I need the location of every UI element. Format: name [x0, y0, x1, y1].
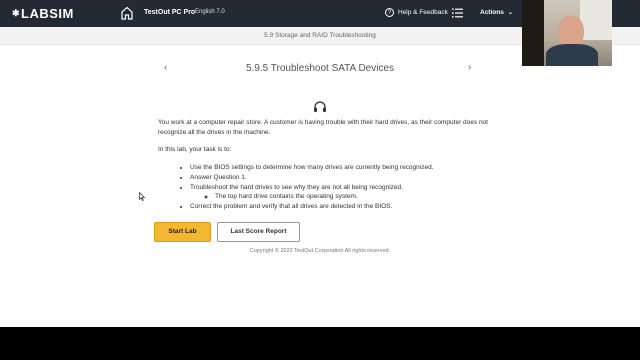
copyright-notice: Copyright © 2022 TestOut Corporation All… — [249, 248, 391, 254]
list-menu-icon[interactable] — [452, 8, 463, 18]
next-lesson-button[interactable]: › — [468, 62, 471, 73]
bottom-black-bar — [0, 327, 640, 360]
lab-intro: You work at a computer repair store. A c… — [158, 119, 488, 136]
help-icon: ? — [385, 8, 394, 17]
task-item: Use the BIOS settings to determine how m… — [190, 163, 488, 173]
product-name: TestOut PC Pro — [144, 9, 196, 16]
lab-description: You work at a computer repair store. A c… — [158, 118, 488, 212]
logo-star-icon: ✱ — [12, 8, 21, 18]
last-score-report-button[interactable]: Last Score Report — [217, 222, 300, 242]
headset-icon — [314, 101, 326, 112]
subtask-list: The top hard drive contains the operatin… — [215, 192, 488, 202]
actions-dropdown[interactable]: Actions ⌄ — [480, 9, 513, 16]
logo-text: LABSIM — [21, 6, 74, 21]
subtask-item: The top hard drive contains the operatin… — [215, 192, 488, 202]
task-lead: In this lab, your task is to: — [158, 146, 232, 153]
help-feedback-button[interactable]: ? Help & Feedback — [385, 8, 448, 17]
task-item: Troubleshoot the hard drives to see why … — [190, 183, 488, 202]
start-lab-button[interactable]: Start Lab — [154, 222, 211, 242]
home-icon[interactable] — [121, 6, 133, 20]
chevron-down-icon: ⌄ — [507, 10, 513, 16]
actions-label: Actions — [480, 9, 504, 16]
labsim-logo[interactable]: ✱ LABSIM — [12, 6, 74, 21]
webcam-overlay — [522, 0, 612, 66]
mouse-cursor-icon — [139, 192, 145, 201]
task-list: Use the BIOS settings to determine how m… — [190, 163, 488, 212]
task-item-text: Troubleshoot the hard drives to see why … — [190, 183, 403, 191]
presenter-shirt — [546, 44, 598, 66]
task-item: Correct the problem and verify that all … — [190, 202, 488, 212]
task-item: Answer Question 1. — [190, 173, 488, 183]
help-label: Help & Feedback — [398, 9, 448, 16]
language-version[interactable]: English 7.0 — [195, 9, 225, 15]
